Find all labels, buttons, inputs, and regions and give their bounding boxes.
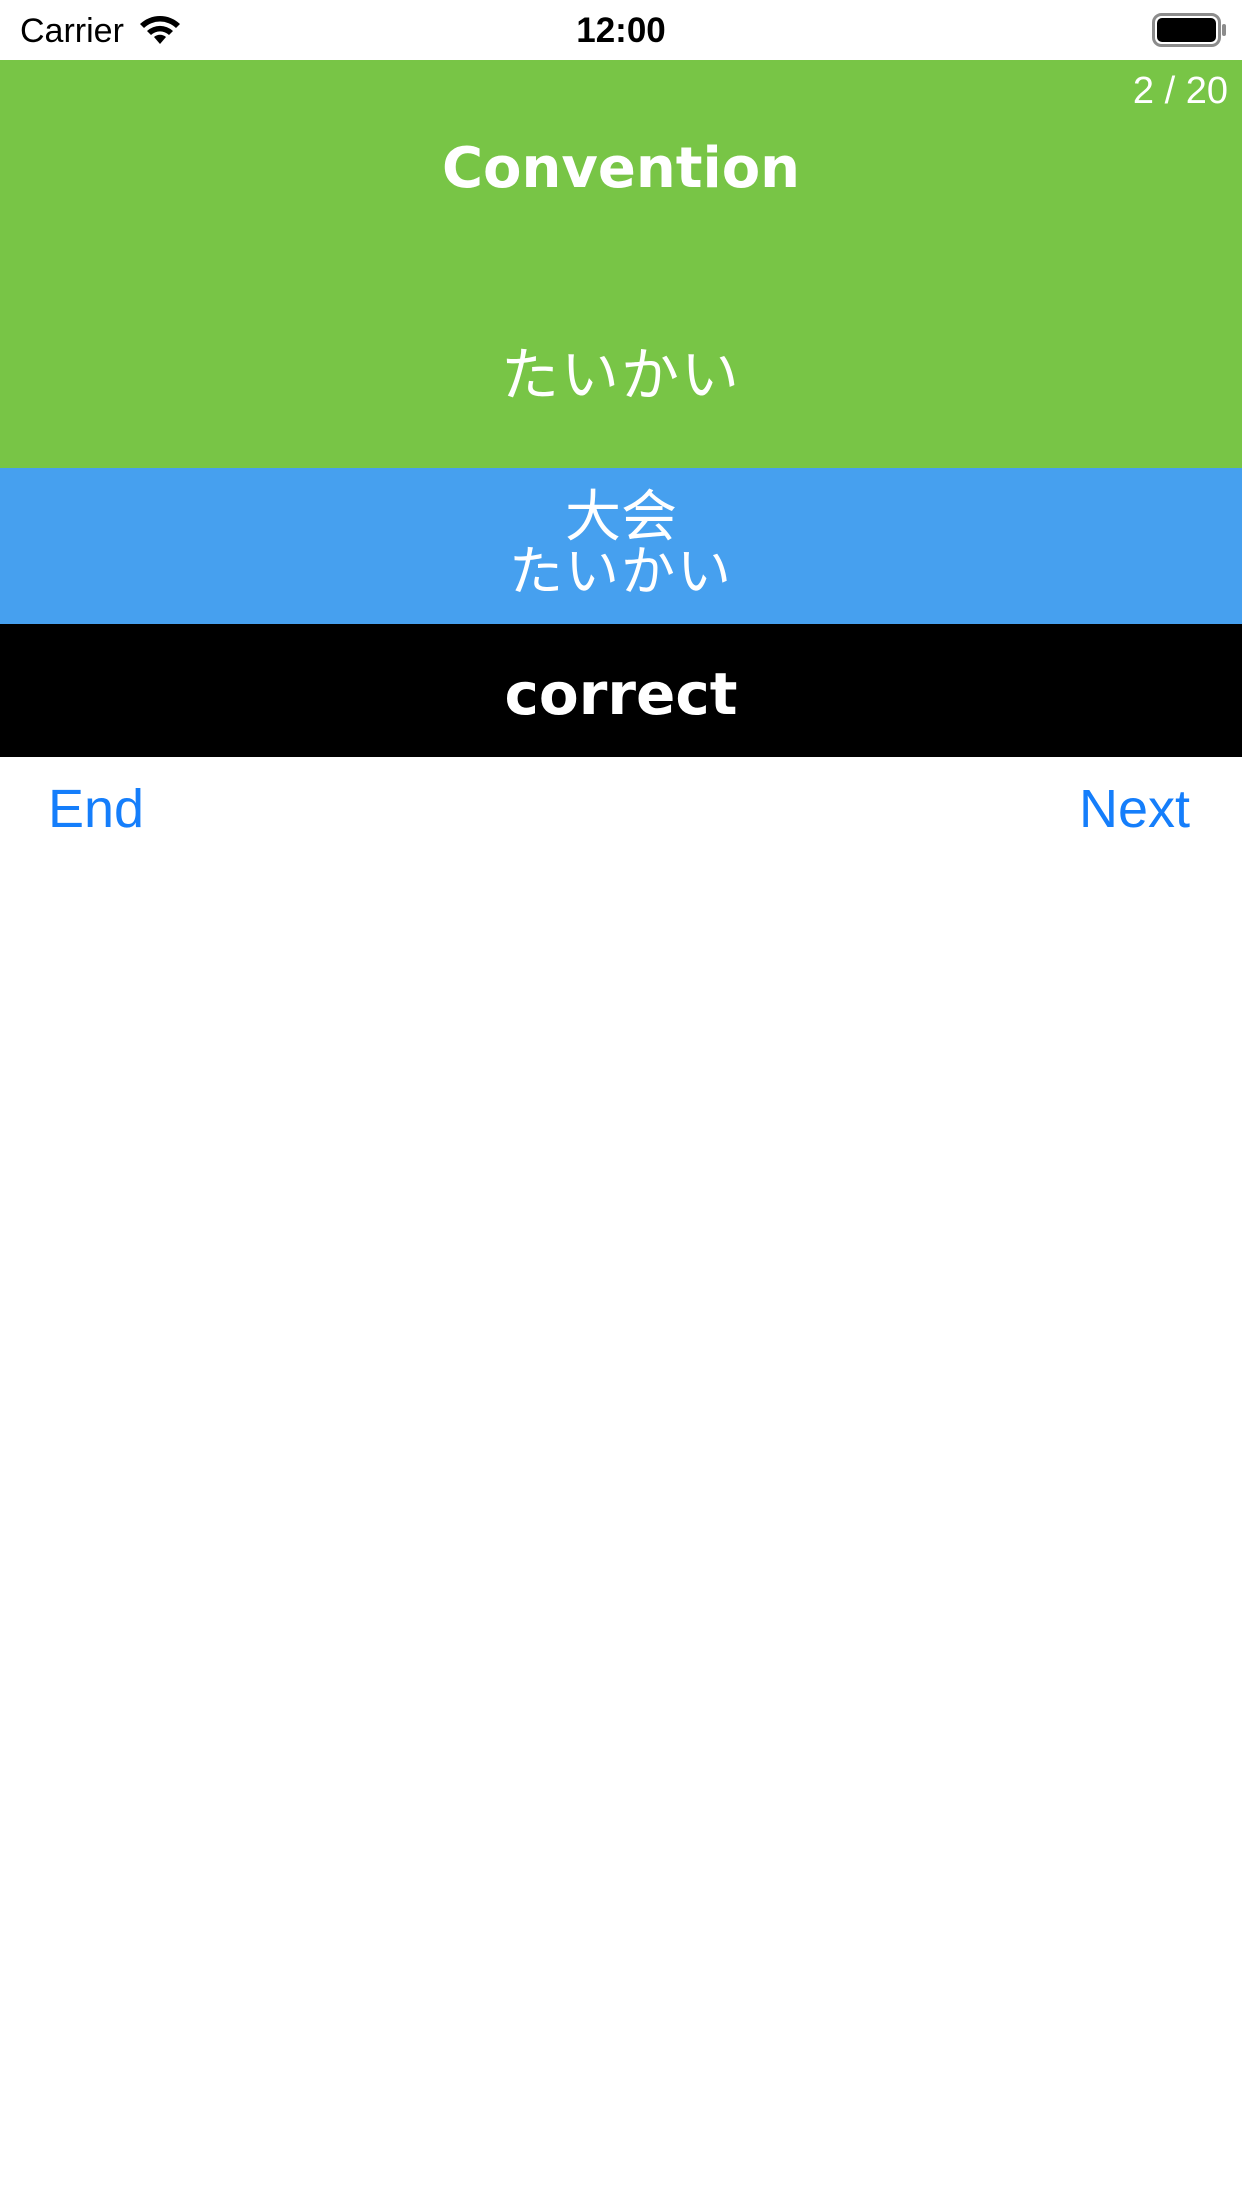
answer-kana: たいかい — [509, 540, 733, 603]
result-text: correct — [504, 660, 738, 728]
next-button[interactable]: Next — [1079, 778, 1190, 840]
status-bar: Carrier 12:00 — [0, 0, 1242, 60]
answer-strip: 大会 たいかい — [0, 468, 1242, 624]
prompt-reading: たいかい — [500, 341, 741, 409]
status-time: 12:00 — [576, 11, 666, 50]
battery-icon — [1152, 13, 1226, 47]
answer-kanji: 大会 — [565, 485, 677, 550]
question-card: 2 / 20 Convention たいかい — [0, 60, 1242, 468]
question-counter: 2 / 20 — [1132, 70, 1228, 112]
prompt-word: Convention — [441, 136, 801, 201]
result-strip: correct — [0, 624, 1242, 757]
end-button[interactable]: End — [48, 778, 144, 840]
